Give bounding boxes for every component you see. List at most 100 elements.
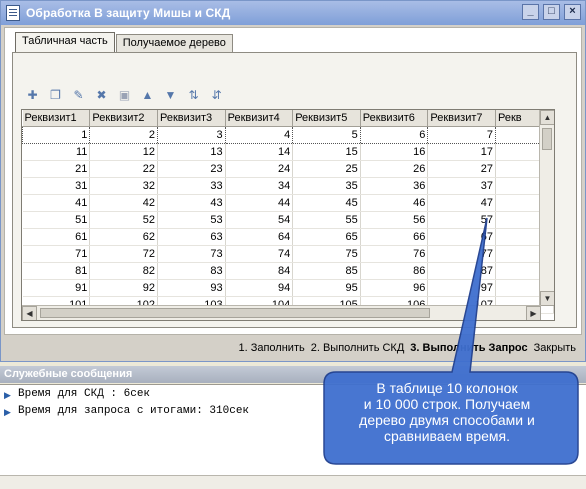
table-cell[interactable]: 44 <box>225 194 294 212</box>
table-cell[interactable]: 22 <box>89 160 159 178</box>
column-header[interactable]: Реквизит7 <box>427 110 496 127</box>
table-cell[interactable]: 3 <box>157 125 226 144</box>
vertical-scrollbar[interactable]: ▲ ▼ <box>539 110 554 306</box>
table-cell[interactable]: 76 <box>360 245 429 263</box>
table-cell[interactable]: 17 <box>427 143 496 161</box>
table-cell[interactable]: 27 <box>427 160 496 178</box>
table-cell[interactable]: 66 <box>360 228 429 246</box>
table-cell[interactable]: 33 <box>157 177 226 195</box>
table-cell[interactable]: 31 <box>22 177 91 195</box>
table-cell[interactable]: 65 <box>292 228 361 246</box>
table-cell[interactable]: 7 <box>427 125 496 144</box>
move-up-icon[interactable]: ▲ <box>138 86 157 103</box>
table-cell[interactable]: 15 <box>292 143 361 161</box>
table-cell[interactable]: 47 <box>427 194 496 212</box>
run-query-button[interactable]: 3. Выполнить Запрос <box>410 342 527 354</box>
close-button[interactable]: × <box>564 4 581 20</box>
table-cell[interactable]: 74 <box>225 245 294 263</box>
scroll-left-icon[interactable]: ◀ <box>22 306 37 320</box>
table-cell[interactable]: 23 <box>157 160 226 178</box>
table-cell[interactable]: 41 <box>22 194 91 212</box>
table-cell[interactable]: 55 <box>292 211 361 229</box>
column-header[interactable]: Реквизит4 <box>225 110 294 127</box>
table-cell[interactable]: 21 <box>22 160 91 178</box>
table-cell[interactable]: 73 <box>157 245 226 263</box>
add-row-icon[interactable]: ✚ <box>23 86 42 103</box>
add-copy-icon[interactable]: ❐ <box>46 86 65 103</box>
table-cell[interactable]: 6 <box>359 125 429 144</box>
table-cell[interactable]: 92 <box>89 279 159 297</box>
table-cell[interactable]: 35 <box>292 177 361 195</box>
horizontal-scroll-thumb[interactable] <box>40 308 430 318</box>
messages-scrollbar[interactable] <box>0 475 586 489</box>
maximize-button[interactable]: □ <box>543 4 560 20</box>
edit-row-icon[interactable]: ✎ <box>69 86 88 103</box>
table-cell[interactable]: 63 <box>157 228 226 246</box>
delete-row-icon[interactable]: ✖ <box>92 86 111 103</box>
table-cell[interactable]: 13 <box>157 143 226 161</box>
table-row[interactable]: 1234567 <box>22 125 554 144</box>
column-header[interactable]: Реквизит5 <box>292 110 361 127</box>
table-cell[interactable]: 94 <box>225 279 294 297</box>
table-cell[interactable]: 16 <box>360 143 429 161</box>
table-cell[interactable]: 36 <box>360 177 429 195</box>
table-cell[interactable]: 1 <box>22 125 91 144</box>
table-row[interactable]: 21 22 23 24 25 26 27 <box>22 160 554 178</box>
scroll-down-icon[interactable]: ▼ <box>540 291 554 306</box>
data-grid[interactable]: Реквизит1 Реквизит2 Реквизит3 Реквизит4 Рекв… <box>21 109 555 321</box>
table-cell[interactable]: 52 <box>89 211 159 229</box>
table-cell[interactable]: 95 <box>292 279 361 297</box>
table-cell[interactable]: 14 <box>225 143 294 161</box>
scroll-up-icon[interactable]: ▲ <box>540 110 554 125</box>
table-cell[interactable]: 91 <box>22 279 91 297</box>
table-cell[interactable]: 26 <box>360 160 429 178</box>
table-cell[interactable]: 83 <box>157 262 226 280</box>
table-row[interactable]: 41 42 43 44 45 46 47 <box>22 194 554 212</box>
table-cell[interactable]: 93 <box>157 279 226 297</box>
table-cell[interactable]: 96 <box>360 279 429 297</box>
run-skd-button[interactable]: 2. Выполнить СКД <box>311 342 405 354</box>
end-edit-icon[interactable]: ▣ <box>115 86 134 103</box>
table-cell[interactable]: 51 <box>22 211 91 229</box>
table-cell[interactable]: 72 <box>89 245 159 263</box>
table-cell[interactable]: 87 <box>427 262 496 280</box>
table-cell[interactable]: 86 <box>360 262 429 280</box>
table-cell[interactable]: 11 <box>22 143 91 161</box>
table-cell[interactable]: 46 <box>360 194 429 212</box>
tab-table-part[interactable]: Табличная часть <box>15 32 115 52</box>
column-header[interactable]: Реквизит6 <box>360 110 429 127</box>
table-cell[interactable]: 57 <box>427 211 496 229</box>
table-cell[interactable]: 53 <box>157 211 226 229</box>
table-cell[interactable]: 67 <box>427 228 496 246</box>
table-cell[interactable]: 85 <box>292 262 361 280</box>
table-row[interactable]: 91 92 93 94 95 96 97 <box>22 279 554 297</box>
table-cell[interactable]: 4 <box>224 125 294 144</box>
table-cell[interactable]: 12 <box>89 143 159 161</box>
table-row[interactable]: 61 62 63 64 65 66 67 <box>22 228 554 246</box>
table-row[interactable]: 81 82 83 84 85 86 87 <box>22 262 554 280</box>
sort-asc-icon[interactable]: ⇅ <box>184 86 203 103</box>
horizontal-scrollbar[interactable]: ◀ ▶ <box>22 305 541 320</box>
tab-result-tree[interactable]: Получаемое дерево <box>115 34 233 52</box>
table-cell[interactable]: 54 <box>225 211 294 229</box>
move-down-icon[interactable]: ▼ <box>161 86 180 103</box>
table-cell[interactable]: 42 <box>89 194 159 212</box>
minimize-button[interactable]: _ <box>522 4 539 20</box>
table-cell[interactable]: 2 <box>89 125 159 144</box>
table-cell[interactable]: 81 <box>22 262 91 280</box>
table-cell[interactable]: 77 <box>427 245 496 263</box>
table-row[interactable]: 71 72 73 74 75 76 77 <box>22 245 554 263</box>
table-cell[interactable]: 37 <box>427 177 496 195</box>
table-row[interactable]: 31 32 33 34 35 36 37 <box>22 177 554 195</box>
column-header[interactable]: Реквизит2 <box>89 110 159 127</box>
title-bar[interactable]: Обработка В защиту Мишы и СКД _ □ × <box>1 1 585 25</box>
table-cell[interactable]: 45 <box>292 194 361 212</box>
vertical-scroll-thumb[interactable] <box>542 128 552 150</box>
column-header[interactable]: Реквизит3 <box>157 110 226 127</box>
table-cell[interactable]: 82 <box>89 262 159 280</box>
table-cell[interactable]: 97 <box>427 279 496 297</box>
column-header[interactable]: Реквизит1 <box>22 110 91 127</box>
table-cell[interactable]: 25 <box>292 160 361 178</box>
table-cell[interactable]: 32 <box>89 177 159 195</box>
close-form-button[interactable]: Закрыть <box>534 342 576 354</box>
